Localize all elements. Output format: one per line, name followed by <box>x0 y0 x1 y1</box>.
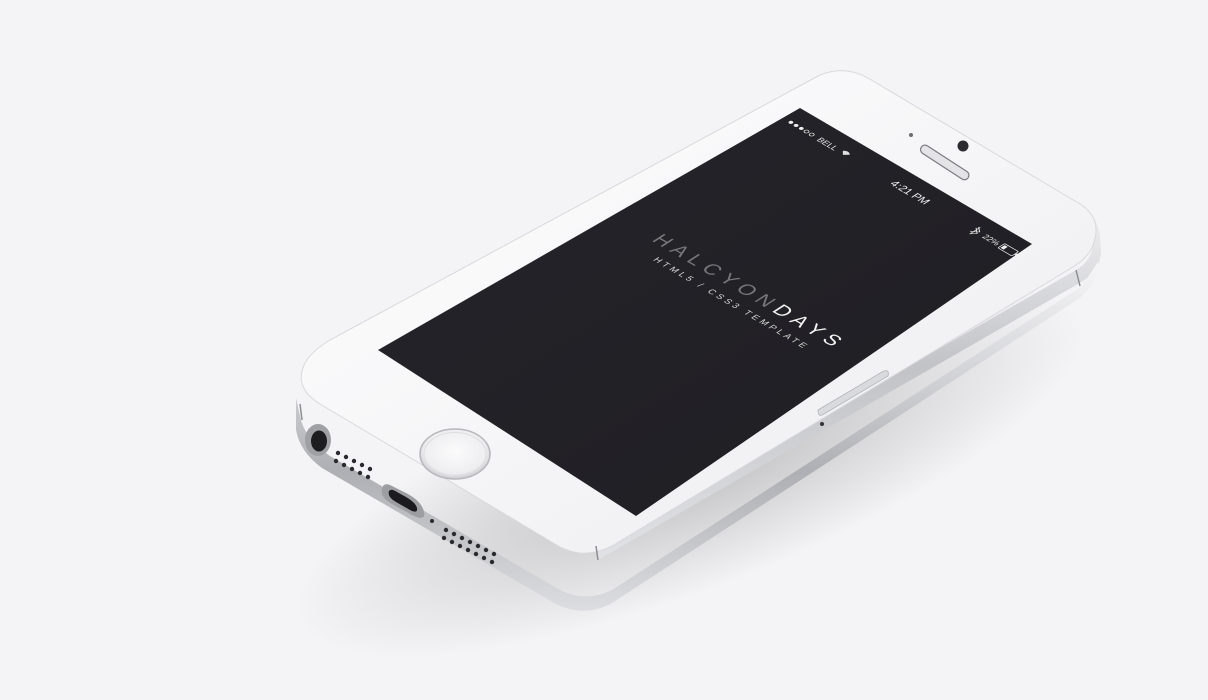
phone-mockup-stage: BELL 4:21 PM 22% HALCYONDAYS HTML5 / CSS… <box>0 0 1208 700</box>
home-button-icon[interactable] <box>419 428 491 480</box>
headphone-jack-hole <box>311 430 327 452</box>
front-camera-icon <box>957 140 969 152</box>
microphone-hole <box>430 519 434 523</box>
sim-eject-hole <box>820 422 824 426</box>
proximity-sensor-icon <box>909 133 913 137</box>
phone-scene: BELL 4:21 PM 22% HALCYONDAYS HTML5 / CSS… <box>295 70 1101 658</box>
